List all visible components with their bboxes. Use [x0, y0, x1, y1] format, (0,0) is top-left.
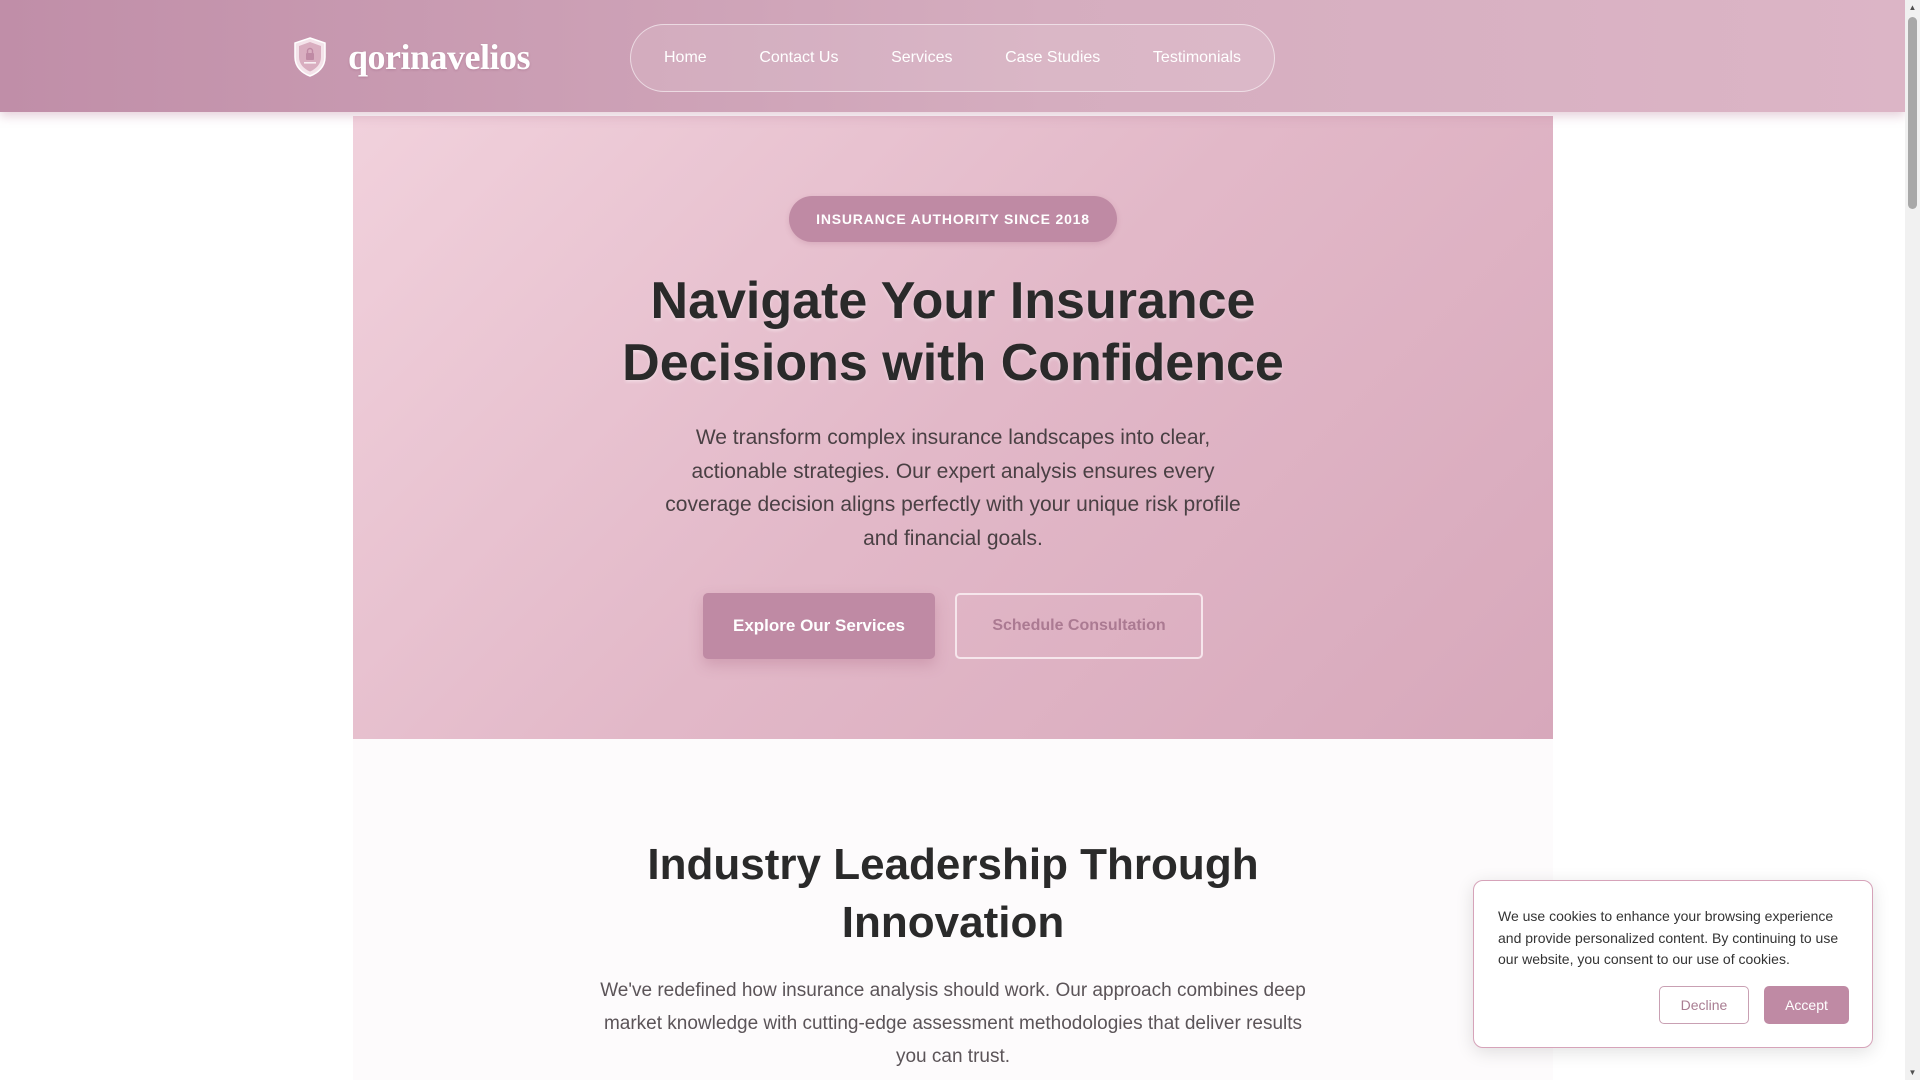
nav-link-case-studies[interactable]: Case Studies [1005, 49, 1100, 67]
shield-lock-icon [294, 37, 326, 77]
cookie-decline-button[interactable]: Decline [1659, 986, 1749, 1024]
main-nav: Home Contact Us Services Case Studies Te… [630, 24, 1275, 92]
cookie-accept-button[interactable]: Accept [1764, 986, 1849, 1024]
hero-section: INSURANCE AUTHORITY SINCE 2018 Navigate … [353, 116, 1553, 739]
leadership-title: Industry Leadership Through Innovation [647, 840, 1259, 947]
schedule-consultation-button[interactable]: Schedule Consultation [955, 593, 1203, 659]
hero-title: Navigate Your Insurance Decisions with C… [622, 272, 1284, 392]
cookie-message: We use cookies to enhance your browsing … [1498, 908, 1839, 967]
brand-name: qorinavelios [348, 37, 531, 77]
hero-subtitle: We transform complex insurance landscape… [665, 426, 1241, 550]
nav-link-home[interactable]: Home [664, 49, 707, 67]
nav-link-services[interactable]: Services [891, 49, 952, 67]
site-header: qorinavelios Home Contact Us Services Ca… [0, 0, 1905, 112]
explore-services-button[interactable]: Explore Our Services [703, 593, 935, 659]
scrollbar-thumb[interactable] [1908, 17, 1917, 209]
nav-link-contact-us[interactable]: Contact Us [759, 49, 838, 67]
scroll-down-arrow-icon[interactable]: ▼ [1905, 1065, 1920, 1080]
scroll-up-arrow-icon[interactable]: ▲ [1905, 0, 1920, 15]
nav-link-testimonials[interactable]: Testimonials [1153, 49, 1241, 67]
leadership-text: We've redefined how insurance analysis s… [600, 980, 1306, 1067]
brand-logo[interactable]: qorinavelios [292, 36, 531, 78]
cookie-banner: We use cookies to enhance your browsing … [1473, 880, 1873, 1048]
page-scrollbar[interactable]: ▲ ▼ [1905, 0, 1920, 1080]
hero-badge: INSURANCE AUTHORITY SINCE 2018 [789, 196, 1117, 242]
